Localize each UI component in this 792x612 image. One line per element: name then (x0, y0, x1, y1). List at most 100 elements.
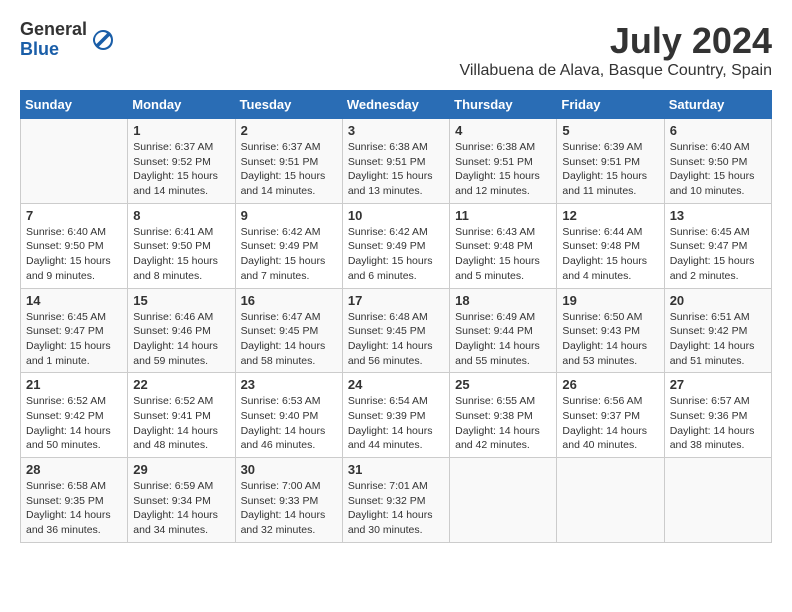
day-info: Sunrise: 6:53 AM Sunset: 9:40 PM Dayligh… (241, 394, 337, 453)
calendar-cell: 27 Sunrise: 6:57 AM Sunset: 9:36 PM Dayli… (664, 373, 771, 458)
calendar-cell: 3Sunrise: 6:38 AM Sunset: 9:51 PM Daylig… (342, 119, 449, 204)
day-number: 8 (133, 208, 229, 223)
day-info: Sunrise: 6:50 AM Sunset: 9:43 PM Dayligh… (562, 310, 658, 369)
page-header: General Blue July 2024 Villabuena de Ala… (20, 20, 772, 80)
day-number: 14 (26, 293, 122, 308)
day-number: 29 (133, 462, 229, 477)
calendar-week-row: 7Sunrise: 6:40 AM Sunset: 9:50 PM Daylig… (21, 203, 772, 288)
day-info: Sunrise: 6:55 AM Sunset: 9:38 PM Dayligh… (455, 394, 551, 453)
day-info: Sunrise: 6:52 AM Sunset: 9:42 PM Dayligh… (26, 394, 122, 453)
day-info: Sunrise: 6:42 AM Sunset: 9:49 PM Dayligh… (348, 225, 444, 284)
day-number: 5 (562, 123, 658, 138)
calendar-cell: 28Sunrise: 6:58 AM Sunset: 9:35 PM Dayli… (21, 458, 128, 543)
calendar-cell: 10 Sunrise: 6:42 AM Sunset: 9:49 PM Dayli… (342, 203, 449, 288)
calendar-cell: 23 Sunrise: 6:53 AM Sunset: 9:40 PM Dayli… (235, 373, 342, 458)
logo-icon (91, 28, 115, 52)
calendar-cell: 11 Sunrise: 6:43 AM Sunset: 9:48 PM Dayli… (450, 203, 557, 288)
day-number: 30 (241, 462, 337, 477)
logo-blue: Blue (20, 40, 87, 60)
day-info: Sunrise: 6:42 AM Sunset: 9:49 PM Dayligh… (241, 225, 337, 284)
day-info: Sunrise: 6:43 AM Sunset: 9:48 PM Dayligh… (455, 225, 551, 284)
day-info: Sunrise: 6:39 AM Sunset: 9:51 PM Dayligh… (562, 140, 658, 199)
day-info: Sunrise: 7:00 AM Sunset: 9:33 PM Dayligh… (241, 479, 337, 538)
day-number: 13 (670, 208, 766, 223)
header-friday: Friday (557, 91, 664, 119)
day-info: Sunrise: 6:41 AM Sunset: 9:50 PM Dayligh… (133, 225, 229, 284)
calendar-cell: 31 Sunrise: 7:01 AM Sunset: 9:32 PM Dayli… (342, 458, 449, 543)
calendar-cell: 15 Sunrise: 6:46 AM Sunset: 9:46 PM Dayli… (128, 288, 235, 373)
calendar-cell: 18Sunrise: 6:49 AM Sunset: 9:44 PM Dayli… (450, 288, 557, 373)
day-info: Sunrise: 6:48 AM Sunset: 9:45 PM Dayligh… (348, 310, 444, 369)
calendar-cell: 26 Sunrise: 6:56 AM Sunset: 9:37 PM Dayli… (557, 373, 664, 458)
calendar-cell: 21Sunrise: 6:52 AM Sunset: 9:42 PM Dayli… (21, 373, 128, 458)
day-info: Sunrise: 6:49 AM Sunset: 9:44 PM Dayligh… (455, 310, 551, 369)
day-info: Sunrise: 6:44 AM Sunset: 9:48 PM Dayligh… (562, 225, 658, 284)
calendar-cell: 19Sunrise: 6:50 AM Sunset: 9:43 PM Dayli… (557, 288, 664, 373)
calendar-week-row: 14 Sunrise: 6:45 AM Sunset: 9:47 PM Dayli… (21, 288, 772, 373)
day-number: 16 (241, 293, 337, 308)
day-number: 11 (455, 208, 551, 223)
calendar-header-row: SundayMondayTuesdayWednesdayThursdayFrid… (21, 91, 772, 119)
day-number: 28 (26, 462, 122, 477)
calendar-cell (21, 119, 128, 204)
header-tuesday: Tuesday (235, 91, 342, 119)
day-number: 1 (133, 123, 229, 138)
logo-general: General (20, 20, 87, 40)
day-number: 2 (241, 123, 337, 138)
calendar-cell: 8 Sunrise: 6:41 AM Sunset: 9:50 PM Daylig… (128, 203, 235, 288)
day-number: 12 (562, 208, 658, 223)
location-title: Villabuena de Alava, Basque Country, Spa… (459, 62, 772, 80)
calendar-cell: 30 Sunrise: 7:00 AM Sunset: 9:33 PM Dayli… (235, 458, 342, 543)
day-info: Sunrise: 6:37 AM Sunset: 9:51 PM Dayligh… (241, 140, 337, 199)
day-info: Sunrise: 6:57 AM Sunset: 9:36 PM Dayligh… (670, 394, 766, 453)
calendar-week-row: 1 Sunrise: 6:37 AM Sunset: 9:52 PM Daylig… (21, 119, 772, 204)
title-block: July 2024 Villabuena de Alava, Basque Co… (459, 20, 772, 80)
day-info: Sunrise: 6:51 AM Sunset: 9:42 PM Dayligh… (670, 310, 766, 369)
calendar-cell: 20 Sunrise: 6:51 AM Sunset: 9:42 PM Dayli… (664, 288, 771, 373)
day-number: 20 (670, 293, 766, 308)
calendar-cell: 12 Sunrise: 6:44 AM Sunset: 9:48 PM Dayli… (557, 203, 664, 288)
calendar-cell: 7Sunrise: 6:40 AM Sunset: 9:50 PM Daylig… (21, 203, 128, 288)
day-number: 9 (241, 208, 337, 223)
day-number: 26 (562, 377, 658, 392)
day-info: Sunrise: 6:46 AM Sunset: 9:46 PM Dayligh… (133, 310, 229, 369)
day-info: Sunrise: 6:45 AM Sunset: 9:47 PM Dayligh… (670, 225, 766, 284)
day-number: 23 (241, 377, 337, 392)
day-info: Sunrise: 6:47 AM Sunset: 9:45 PM Dayligh… (241, 310, 337, 369)
calendar-cell: 14 Sunrise: 6:45 AM Sunset: 9:47 PM Dayli… (21, 288, 128, 373)
day-number: 15 (133, 293, 229, 308)
calendar-cell: 6 Sunrise: 6:40 AM Sunset: 9:50 PM Daylig… (664, 119, 771, 204)
day-number: 24 (348, 377, 444, 392)
day-info: Sunrise: 6:45 AM Sunset: 9:47 PM Dayligh… (26, 310, 122, 369)
day-number: 22 (133, 377, 229, 392)
day-info: Sunrise: 6:59 AM Sunset: 9:34 PM Dayligh… (133, 479, 229, 538)
calendar-cell: 5 Sunrise: 6:39 AM Sunset: 9:51 PM Daylig… (557, 119, 664, 204)
day-number: 10 (348, 208, 444, 223)
day-info: Sunrise: 6:40 AM Sunset: 9:50 PM Dayligh… (26, 225, 122, 284)
day-number: 3 (348, 123, 444, 138)
day-info: Sunrise: 6:38 AM Sunset: 9:51 PM Dayligh… (455, 140, 551, 199)
day-info: Sunrise: 6:40 AM Sunset: 9:50 PM Dayligh… (670, 140, 766, 199)
header-monday: Monday (128, 91, 235, 119)
calendar-cell: 13 Sunrise: 6:45 AM Sunset: 9:47 PM Dayli… (664, 203, 771, 288)
calendar-cell: 9 Sunrise: 6:42 AM Sunset: 9:49 PM Daylig… (235, 203, 342, 288)
calendar-cell: 24 Sunrise: 6:54 AM Sunset: 9:39 PM Dayli… (342, 373, 449, 458)
calendar-cell (557, 458, 664, 543)
day-info: Sunrise: 6:56 AM Sunset: 9:37 PM Dayligh… (562, 394, 658, 453)
day-info: Sunrise: 7:01 AM Sunset: 9:32 PM Dayligh… (348, 479, 444, 538)
day-number: 31 (348, 462, 444, 477)
day-number: 6 (670, 123, 766, 138)
month-title: July 2024 (459, 20, 772, 62)
calendar-cell (450, 458, 557, 543)
calendar-week-row: 28Sunrise: 6:58 AM Sunset: 9:35 PM Dayli… (21, 458, 772, 543)
calendar-cell: 29 Sunrise: 6:59 AM Sunset: 9:34 PM Dayli… (128, 458, 235, 543)
day-info: Sunrise: 6:37 AM Sunset: 9:52 PM Dayligh… (133, 140, 229, 199)
calendar-table: SundayMondayTuesdayWednesdayThursdayFrid… (20, 90, 772, 543)
header-thursday: Thursday (450, 91, 557, 119)
calendar-cell: 4 Sunrise: 6:38 AM Sunset: 9:51 PM Daylig… (450, 119, 557, 204)
day-number: 4 (455, 123, 551, 138)
day-number: 27 (670, 377, 766, 392)
day-number: 25 (455, 377, 551, 392)
day-info: Sunrise: 6:54 AM Sunset: 9:39 PM Dayligh… (348, 394, 444, 453)
calendar-cell: 17Sunrise: 6:48 AM Sunset: 9:45 PM Dayli… (342, 288, 449, 373)
